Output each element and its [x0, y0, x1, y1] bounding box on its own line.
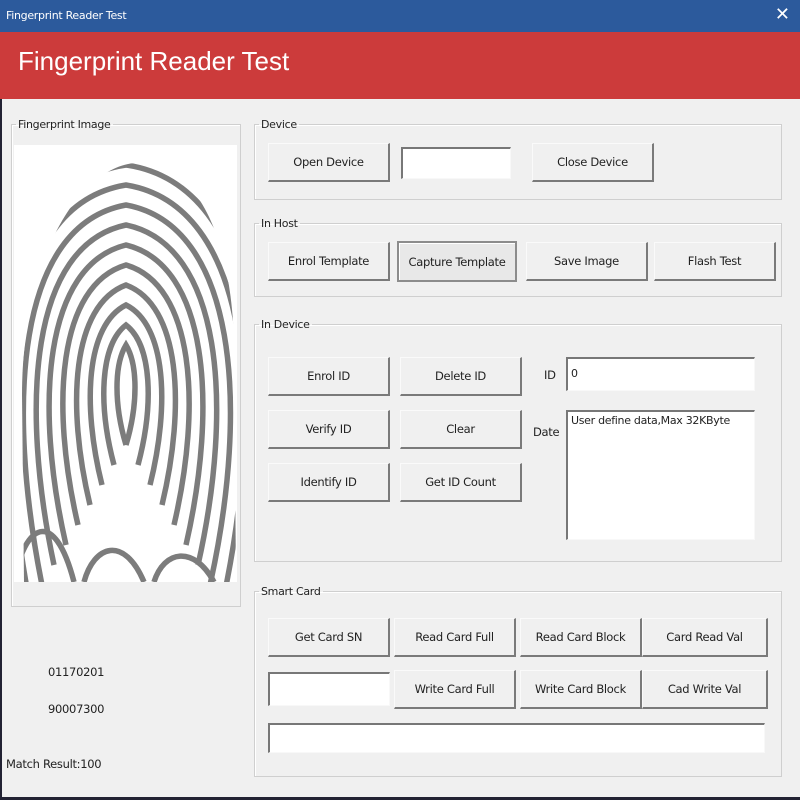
- get-id-count-button[interactable]: Get ID Count: [400, 463, 522, 502]
- cad-write-val-button[interactable]: Cad Write Val: [642, 670, 768, 709]
- date-label: Date: [533, 425, 560, 439]
- enrol-template-button[interactable]: Enrol Template: [268, 242, 390, 281]
- card-read-val-button[interactable]: Card Read Val: [642, 618, 768, 657]
- flash-test-button[interactable]: Flash Test: [654, 242, 776, 281]
- clear-button[interactable]: Clear: [400, 410, 522, 449]
- code-line-2: 90007300: [48, 702, 105, 716]
- read-card-block-button[interactable]: Read Card Block: [520, 618, 642, 657]
- enrol-id-button[interactable]: Enrol ID: [268, 357, 390, 396]
- delete-id-button[interactable]: Delete ID: [400, 357, 522, 396]
- window-titlebar: Fingerprint Reader Test ✕: [0, 0, 800, 32]
- fingerprint-image: [14, 145, 237, 582]
- write-card-block-button[interactable]: Write Card Block: [520, 670, 642, 709]
- device-legend: Device: [261, 118, 297, 131]
- in-host-legend: In Host: [261, 217, 298, 230]
- code-line-1: 01170201: [48, 665, 105, 679]
- close-icon[interactable]: ✕: [775, 4, 790, 25]
- id-label: ID: [544, 368, 556, 382]
- read-card-full-button[interactable]: Read Card Full: [394, 618, 516, 657]
- get-card-sn-button[interactable]: Get Card SN: [268, 618, 390, 657]
- identify-id-button[interactable]: Identify ID: [268, 463, 390, 502]
- fingerprint-legend: Fingerprint Image: [18, 118, 111, 131]
- capture-template-button[interactable]: Capture Template: [397, 241, 517, 282]
- date-field[interactable]: User define data,Max 32KByte: [566, 410, 755, 540]
- header-banner: Fingerprint Reader Test: [0, 32, 800, 99]
- close-device-button[interactable]: Close Device: [532, 143, 654, 182]
- open-device-button[interactable]: Open Device: [268, 143, 390, 182]
- page-title: Fingerprint Reader Test: [18, 46, 290, 76]
- match-result: Match Result:100: [6, 757, 102, 771]
- write-card-full-button[interactable]: Write Card Full: [394, 670, 516, 709]
- smart-card-legend: Smart Card: [261, 585, 321, 598]
- card-sn-field[interactable]: [268, 672, 390, 706]
- save-image-button[interactable]: Save Image: [526, 242, 648, 281]
- fingerprint-icon: [22, 162, 236, 582]
- id-field[interactable]: [566, 357, 755, 391]
- verify-id-button[interactable]: Verify ID: [268, 410, 390, 449]
- device-status-field[interactable]: [401, 147, 511, 179]
- window-title: Fingerprint Reader Test: [6, 9, 127, 22]
- card-data-field[interactable]: [268, 723, 765, 753]
- in-device-legend: In Device: [261, 318, 310, 331]
